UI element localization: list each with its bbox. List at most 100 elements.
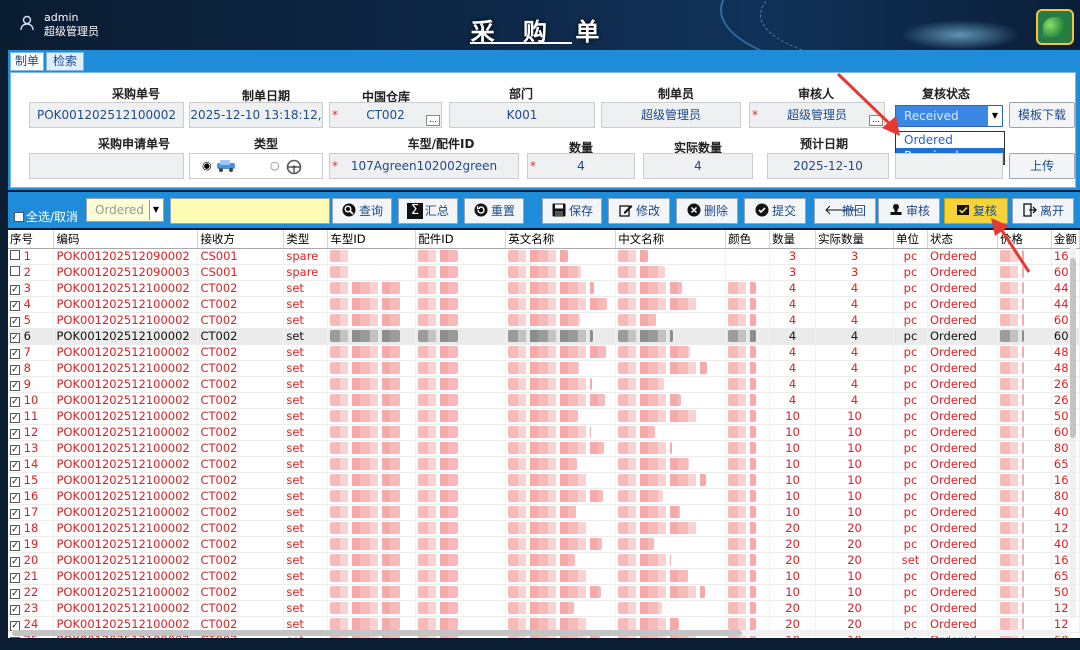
creator-field[interactable]: 超级管理员 bbox=[601, 102, 741, 128]
qty-field[interactable]: * 4 bbox=[527, 153, 635, 179]
row-index-cell[interactable]: ✓ 18 bbox=[8, 520, 55, 537]
chevron-down-icon[interactable]: ▼ bbox=[149, 200, 162, 220]
row-checkbox[interactable]: ✓ bbox=[10, 444, 20, 455]
delete-button[interactable]: 删除 bbox=[676, 198, 738, 224]
row-checkbox[interactable]: ✓ bbox=[10, 492, 20, 503]
row-checkbox[interactable]: ✓ bbox=[10, 620, 20, 631]
row-checkbox[interactable]: ✓ bbox=[10, 604, 20, 615]
table-row[interactable]: 1 POK001202512090002 CS001 spare 3 3 pc Ordered… bbox=[8, 248, 1080, 265]
column-header[interactable]: 数量 bbox=[769, 230, 817, 249]
row-index-cell[interactable]: ✓ 11 bbox=[8, 408, 55, 425]
query-button[interactable]: 查询 bbox=[332, 198, 392, 224]
row-checkbox[interactable]: ✓ bbox=[10, 380, 20, 391]
row-index-cell[interactable]: ✓ 6 bbox=[8, 328, 55, 345]
table-row[interactable]: ✓ 18 POK001202512100002 CT002 set 20 20 pc Orde… bbox=[8, 520, 1080, 537]
row-index-cell[interactable]: ✓ 9 bbox=[8, 376, 55, 393]
column-header[interactable]: 实际数量 bbox=[815, 230, 894, 249]
tab-search[interactable]: 检索 bbox=[46, 52, 84, 71]
column-header[interactable]: 配件ID bbox=[415, 230, 507, 249]
row-checkbox[interactable]: ✓ bbox=[10, 348, 20, 359]
status-filter-select[interactable]: Ordered ▼ bbox=[86, 198, 164, 222]
row-checkbox[interactable]: ✓ bbox=[10, 540, 20, 551]
row-checkbox[interactable]: ✓ bbox=[10, 332, 20, 343]
table-row[interactable]: ✓ 14 POK001202512100002 CT002 set 10 10 pc Orde… bbox=[8, 456, 1080, 473]
revoke-button[interactable]: 🡐 撤回 bbox=[814, 198, 876, 224]
row-checkbox[interactable]: ✓ bbox=[10, 364, 20, 375]
modify-button[interactable]: 修改 bbox=[608, 198, 670, 224]
row-index-cell[interactable]: ✓ 8 bbox=[8, 360, 55, 377]
column-header[interactable]: 编码 bbox=[53, 230, 199, 249]
summary-button[interactable]: Σ 汇总 bbox=[398, 198, 458, 224]
table-row[interactable]: ✓ 12 POK001202512100002 CT002 set 10 10 pc Orde… bbox=[8, 424, 1080, 441]
column-header[interactable]: 车型ID bbox=[327, 230, 417, 249]
row-index-cell[interactable]: ✓ 13 bbox=[8, 440, 55, 457]
horizontal-scrollbar[interactable] bbox=[12, 630, 1066, 636]
table-row[interactable]: ✓ 3 POK001202512100002 CT002 set 4 4 pc Ordered… bbox=[8, 280, 1080, 297]
column-header[interactable]: 序号 bbox=[8, 230, 55, 249]
scroll-thumb[interactable] bbox=[1070, 258, 1076, 438]
row-index-cell[interactable]: ✓ 14 bbox=[8, 456, 55, 473]
row-index-cell[interactable]: ✓ 21 bbox=[8, 568, 55, 585]
row-checkbox[interactable]: ✓ bbox=[10, 396, 20, 407]
row-checkbox[interactable]: ✓ bbox=[10, 572, 20, 583]
table-row[interactable]: ✓ 10 POK001202512100002 CT002 set 4 4 pc Ordere… bbox=[8, 392, 1080, 409]
type-radio-group[interactable]: ◉ ○ bbox=[189, 153, 323, 179]
row-index-cell[interactable]: ✓ 3 bbox=[8, 280, 55, 297]
table-row[interactable]: ✓ 5 POK001202512100002 CT002 set 4 4 pc Ordered… bbox=[8, 312, 1080, 329]
table-row[interactable]: ✓ 19 POK001202512100002 CT002 set 20 20 pc Orde… bbox=[8, 536, 1080, 553]
table-row[interactable]: ✓ 6 POK001202512100002 CT002 set 4 4 pc Ordered… bbox=[8, 328, 1080, 345]
template-download-button[interactable]: 模板下载 bbox=[1009, 102, 1075, 128]
reset-button[interactable]: 重置 bbox=[464, 198, 524, 224]
row-index-cell[interactable]: ✓ 23 bbox=[8, 600, 55, 617]
row-checkbox[interactable]: ✓ bbox=[10, 524, 20, 535]
planned-date-field[interactable]: 2025-12-10 bbox=[767, 153, 889, 179]
submit-button[interactable]: 提交 bbox=[744, 198, 806, 224]
column-header[interactable]: 单位 bbox=[893, 230, 928, 249]
upload-button[interactable]: 上传 bbox=[1009, 153, 1075, 179]
row-checkbox[interactable]: ✓ bbox=[10, 428, 20, 439]
row-index-cell[interactable]: ✓ 15 bbox=[8, 472, 55, 489]
order-date-field[interactable]: 2025-12-10 13:18:12, bbox=[189, 102, 323, 128]
save-button[interactable]: 保存 bbox=[542, 198, 602, 224]
row-checkbox[interactable]: ✓ bbox=[10, 284, 20, 295]
column-header[interactable]: 类型 bbox=[283, 230, 329, 249]
model-part-field[interactable]: * 107Agreen102002green bbox=[329, 153, 519, 179]
select-all-checkbox[interactable]: 全选/取消 bbox=[14, 208, 78, 225]
table-row[interactable]: 2 POK001202512090003 CS001 spare 3 3 pc Ordered… bbox=[8, 264, 1080, 281]
row-checkbox[interactable] bbox=[10, 249, 20, 260]
table-row[interactable]: ✓ 20 POK001202512100002 CT002 set 20 20 set Ord… bbox=[8, 552, 1080, 569]
row-checkbox[interactable]: ✓ bbox=[10, 508, 20, 519]
row-index-cell[interactable]: ✓ 5 bbox=[8, 312, 55, 329]
order-no-field[interactable]: POK001202512100002 bbox=[29, 102, 184, 128]
row-index-cell[interactable]: 1 bbox=[8, 248, 55, 265]
column-header[interactable]: 中文名称 bbox=[615, 230, 727, 249]
ellipsis-icon[interactable]: ... bbox=[426, 115, 440, 126]
table-row[interactable]: ✓ 13 POK001202512100002 CT002 set 10 10 pc Orde… bbox=[8, 440, 1080, 457]
request-no-field[interactable] bbox=[29, 153, 184, 179]
actual-qty-field[interactable]: 4 bbox=[643, 153, 753, 179]
row-index-cell[interactable]: ✓ 17 bbox=[8, 504, 55, 521]
row-index-cell[interactable]: ✓ 16 bbox=[8, 488, 55, 505]
recheck-extra-field[interactable] bbox=[895, 153, 1003, 179]
row-checkbox[interactable]: ✓ bbox=[10, 476, 20, 487]
scroll-thumb[interactable] bbox=[12, 630, 742, 636]
chevron-down-icon[interactable]: ▼ bbox=[988, 106, 1002, 126]
row-checkbox[interactable]: ✓ bbox=[10, 460, 20, 471]
department-field[interactable]: K001 bbox=[449, 102, 595, 128]
table-row[interactable]: ✓ 15 POK001202512100002 CT002 set 10 10 pc Orde… bbox=[8, 472, 1080, 489]
row-index-cell[interactable]: ✓ 12 bbox=[8, 424, 55, 441]
table-row[interactable]: ✓ 21 POK001202512100002 CT002 set 10 10 pc Orde… bbox=[8, 568, 1080, 585]
column-header[interactable]: 接收方 bbox=[197, 230, 285, 249]
column-header[interactable]: 英文名称 bbox=[505, 230, 617, 249]
audit-button[interactable]: 审核 bbox=[878, 198, 940, 224]
radio-spare[interactable]: ○ bbox=[270, 154, 280, 178]
column-header[interactable]: 颜色 bbox=[725, 230, 771, 249]
row-checkbox[interactable]: ✓ bbox=[10, 300, 20, 311]
search-input[interactable] bbox=[170, 198, 330, 224]
table-row[interactable]: ✓ 16 POK001202512100002 CT002 set 10 10 pc Orde… bbox=[8, 488, 1080, 505]
row-checkbox[interactable]: ✓ bbox=[10, 412, 20, 423]
table-row[interactable]: ✓ 23 POK001202512100002 CT002 set 20 20 pc Orde… bbox=[8, 600, 1080, 617]
row-index-cell[interactable]: ✓ 4 bbox=[8, 296, 55, 313]
row-checkbox[interactable]: ✓ bbox=[10, 556, 20, 567]
vertical-scrollbar[interactable] bbox=[1070, 248, 1076, 618]
